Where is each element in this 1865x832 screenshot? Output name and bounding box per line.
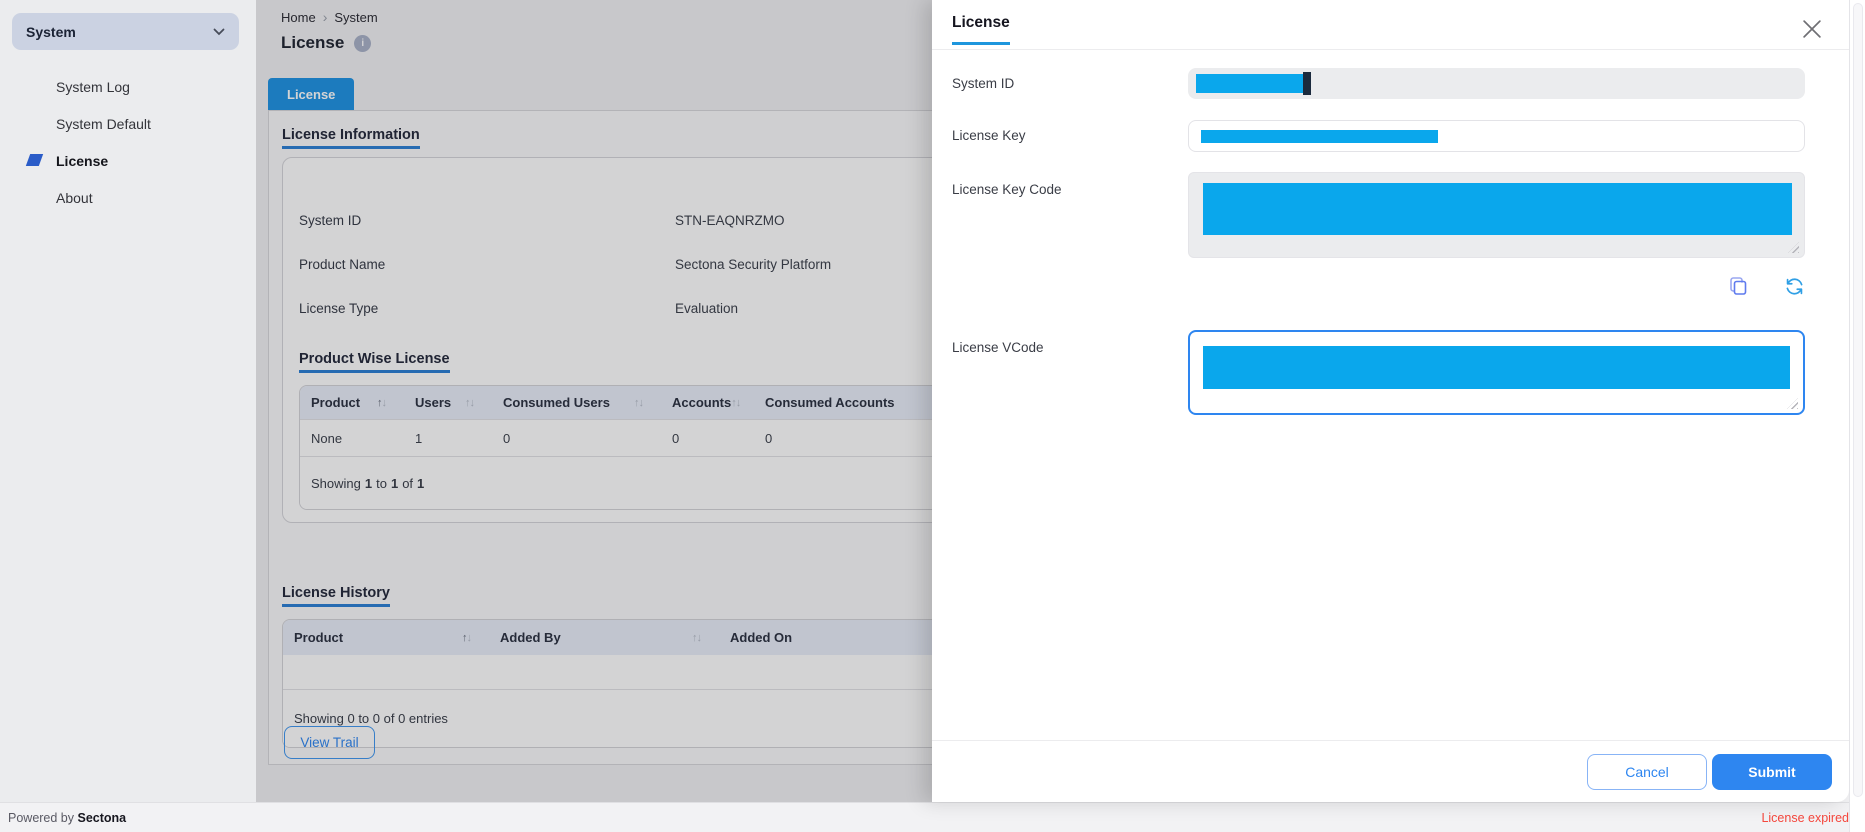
copy-icon[interactable] [1727, 274, 1749, 298]
license-vcode-textarea[interactable] [1188, 330, 1805, 415]
license-vcode-label: License VCode [952, 330, 1188, 415]
text-cursor [1303, 72, 1311, 95]
resize-handle-icon[interactable] [1788, 242, 1799, 253]
sidebar-group-system[interactable]: System [12, 13, 239, 50]
sidebar-item-license[interactable]: License [0, 142, 256, 179]
scrollbar-track [1849, 0, 1865, 832]
license-key-code-label: License Key Code [952, 172, 1188, 258]
sidebar-item-label: License [56, 153, 108, 169]
sidebar-item-about[interactable]: About [0, 179, 256, 216]
chevron-down-icon [213, 23, 225, 41]
brand-name: Sectona [78, 811, 127, 825]
field-row-system-id: System ID [952, 68, 1849, 99]
drawer-fields: System ID License Key License Key Code [932, 50, 1849, 415]
sidebar-item-system-log[interactable]: System Log [0, 68, 256, 105]
sidebar: System System Log System Default License… [0, 0, 256, 802]
license-key-input[interactable] [1188, 120, 1805, 152]
app-footer: Powered by Sectona License expired [0, 802, 1865, 832]
drawer-footer: Cancel Submit [932, 740, 1849, 802]
license-drawer: License System ID License Key License Ke… [932, 0, 1849, 802]
license-vcode-redacted-value [1203, 346, 1790, 389]
sidebar-nav: System Log System Default License About [0, 68, 256, 216]
refresh-icon[interactable] [1783, 274, 1805, 298]
scrollbar-thumb[interactable] [1853, 3, 1863, 797]
sidebar-group-label: System [26, 24, 213, 40]
drawer-tab-license[interactable]: License [952, 14, 1010, 45]
submit-button[interactable]: Submit [1712, 754, 1832, 790]
sidebar-item-system-default[interactable]: System Default [0, 105, 256, 142]
sectona-mark-icon [26, 154, 43, 166]
system-id-input[interactable] [1188, 68, 1805, 99]
cancel-button[interactable]: Cancel [1587, 754, 1707, 790]
field-row-license-vcode: License VCode [952, 330, 1849, 415]
field-row-license-key-code: License Key Code [952, 172, 1849, 258]
drawer-header: License [932, 0, 1849, 50]
sidebar-item-label: System Log [56, 79, 130, 95]
system-id-redacted-value [1196, 74, 1303, 93]
license-key-code-redacted-value [1203, 183, 1792, 235]
close-icon[interactable] [1803, 20, 1821, 38]
powered-by-prefix: Powered by [8, 811, 74, 825]
license-key-redacted-value [1201, 130, 1438, 143]
license-status-badge: License expired [1761, 811, 1849, 825]
sidebar-item-label: System Default [56, 116, 151, 132]
sidebar-item-label: About [56, 190, 93, 206]
license-key-label: License Key [952, 120, 1188, 152]
powered-by: Powered by Sectona [8, 811, 126, 825]
field-row-license-key: License Key [952, 120, 1849, 152]
license-key-code-textarea[interactable] [1188, 172, 1805, 258]
system-id-label: System ID [952, 68, 1188, 99]
key-code-actions [1188, 274, 1805, 298]
drawer-backdrop[interactable] [256, 0, 932, 802]
resize-handle-icon[interactable] [1787, 398, 1798, 409]
